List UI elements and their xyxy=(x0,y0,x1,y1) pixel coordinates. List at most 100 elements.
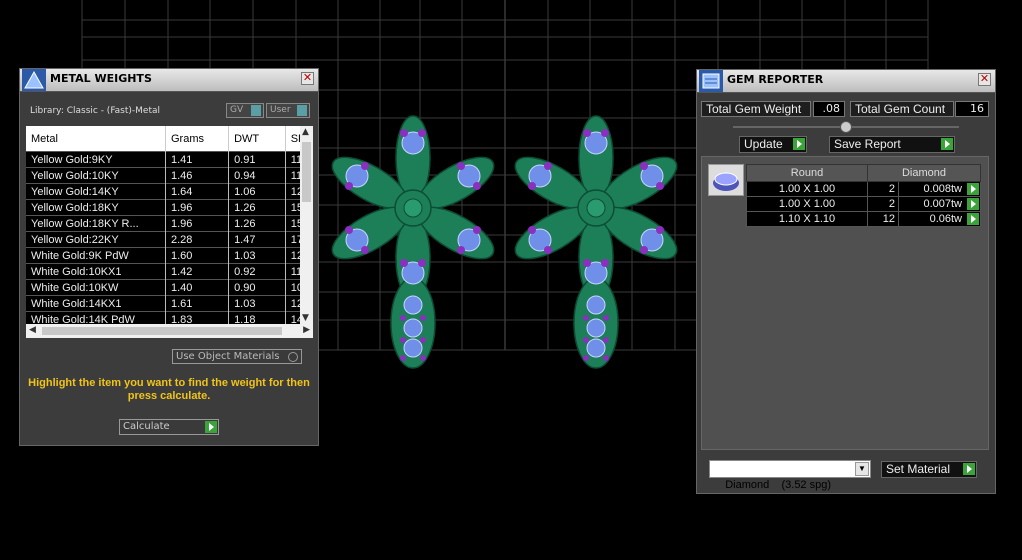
scroll-left-icon[interactable]: ◀ xyxy=(29,325,36,335)
earring-model-left[interactable] xyxy=(324,115,502,369)
cell-metal: Yellow Gold:14KY xyxy=(26,183,166,200)
cell-weight-text: 0.06tw xyxy=(929,213,962,225)
scroll-right-icon[interactable]: ▶ xyxy=(303,325,310,335)
close-icon[interactable]: ✕ xyxy=(978,73,991,86)
cell-metal: Yellow Gold:18KY xyxy=(26,199,166,216)
cell-dwt: 1.47 xyxy=(228,231,286,248)
chevron-down-icon[interactable]: ▼ xyxy=(855,462,869,476)
cell-dwt: 1.18 xyxy=(228,311,286,324)
vertical-scrollbar[interactable]: ▲ ▼ xyxy=(300,126,313,324)
cell-grams: 1.42 xyxy=(165,263,230,280)
total-gem-count-label: Total Gem Count xyxy=(850,101,954,117)
table-row[interactable]: White Gold:14K PdW1.831.1814.37 xyxy=(26,311,313,324)
scroll-thumb[interactable] xyxy=(302,142,311,202)
cell-grams: 1.41 xyxy=(165,151,230,168)
play-arrow-icon xyxy=(963,463,975,475)
cell-metal: Yellow Gold:22KY xyxy=(26,231,166,248)
cell-weight-text: 0.008tw xyxy=(923,183,962,195)
cell-dwt: 1.03 xyxy=(228,295,286,312)
table-row[interactable]: Yellow Gold:18KY1.961.2615.41 xyxy=(26,199,313,216)
play-arrow-icon[interactable] xyxy=(967,213,979,225)
close-icon[interactable]: ✕ xyxy=(301,72,314,85)
material-select[interactable]: Diamond (3.52 spg) ▼ xyxy=(709,460,871,491)
cell-metal: White Gold:14K PdW xyxy=(26,311,166,324)
metal-weights-panel: METAL WEIGHTS ✕ Library: Classic - (Fast… xyxy=(19,68,319,446)
table-row[interactable]: 1.00 X 1.00 2 0.008tw xyxy=(746,181,981,197)
table-row[interactable]: Yellow Gold:10KY1.460.9411.45 xyxy=(26,167,313,184)
table-row[interactable]: Yellow Gold:14KY1.641.0612.88 xyxy=(26,183,313,200)
horizontal-scrollbar[interactable]: ◀ ▶ xyxy=(26,324,313,338)
col-header-diamond: Diamond xyxy=(867,164,981,182)
table-row[interactable]: 1.10 X 1.10 12 0.06tw xyxy=(746,211,981,227)
table-row[interactable]: White Gold:10KW1.400.9010.99 xyxy=(26,279,313,296)
earring-model-right[interactable] xyxy=(507,115,685,369)
gv-toggle[interactable]: GV xyxy=(226,103,264,118)
play-arrow-icon[interactable] xyxy=(967,183,979,195)
cell-grams: 1.96 xyxy=(165,215,230,232)
cell-grams: 1.40 xyxy=(165,279,230,296)
table-row[interactable]: Yellow Gold:22KY2.281.4717.89 xyxy=(26,231,313,248)
cell-metal: White Gold:10KW xyxy=(26,279,166,296)
user-toggle[interactable]: User xyxy=(266,103,310,118)
cell-size: 1.00 X 1.00 xyxy=(746,181,868,197)
metal-weights-icon xyxy=(22,69,46,91)
table-row[interactable]: White Gold:10KX11.420.9211.18 xyxy=(26,263,313,280)
cell-count: 2 xyxy=(867,196,899,212)
col-header-grams[interactable]: Grams xyxy=(165,126,230,152)
cell-size: 1.10 X 1.10 xyxy=(746,211,868,227)
diamond-thumbnail-icon[interactable] xyxy=(708,164,744,196)
cell-weight: 0.008tw xyxy=(898,181,981,197)
metal-weights-titlebar[interactable]: METAL WEIGHTS ✕ xyxy=(20,69,318,92)
cell-dwt: 0.90 xyxy=(228,279,286,296)
scroll-down-icon[interactable]: ▼ xyxy=(302,313,309,323)
cell-count: 12 xyxy=(867,211,899,227)
cell-dwt: 0.91 xyxy=(228,151,286,168)
total-gem-count-value: 16 xyxy=(955,101,989,117)
set-material-button[interactable]: Set Material xyxy=(881,461,977,478)
cell-dwt: 1.03 xyxy=(228,247,286,264)
cell-weight-text: 0.007tw xyxy=(923,198,962,210)
library-label: Library: Classic - (Fast)-Metal xyxy=(30,106,161,116)
gem-reporter-panel: GEM REPORTER ✕ Total Gem Weight .08 Tota… xyxy=(696,69,996,494)
cell-grams: 1.83 xyxy=(165,311,230,324)
user-switch-icon xyxy=(297,105,307,116)
cell-metal: Yellow Gold:9KY xyxy=(26,151,166,168)
hscroll-thumb[interactable] xyxy=(42,327,282,335)
metal-table: Metal Grams DWT SPG Yellow Gold:9KY1.410… xyxy=(26,126,313,324)
gv-switch-icon xyxy=(251,105,261,116)
slider-handle-icon[interactable] xyxy=(840,121,852,133)
cell-grams: 1.64 xyxy=(165,183,230,200)
table-row[interactable]: Yellow Gold:9KY1.410.9111.08 xyxy=(26,151,313,168)
metal-weights-title: METAL WEIGHTS xyxy=(50,72,152,85)
col-header-metal[interactable]: Metal xyxy=(26,126,166,152)
col-header-dwt[interactable]: DWT xyxy=(228,126,286,152)
total-gem-weight-value: .08 xyxy=(813,101,845,117)
cell-weight: 0.06tw xyxy=(898,211,981,227)
gem-reporter-icon xyxy=(699,70,723,92)
use-object-materials-toggle[interactable]: Use Object Materials xyxy=(172,349,302,364)
save-report-button[interactable]: Save Report xyxy=(829,136,955,153)
table-row[interactable]: Yellow Gold:18KY R...1.961.2615.41 xyxy=(26,215,313,232)
table-row[interactable]: White Gold:14KX11.611.0312.63 xyxy=(26,295,313,312)
col-header-round: Round xyxy=(746,164,868,182)
update-label: Update xyxy=(744,137,783,151)
calculate-label: Calculate xyxy=(123,421,170,432)
scroll-up-icon[interactable]: ▲ xyxy=(302,127,309,137)
play-arrow-icon xyxy=(793,138,805,150)
cell-metal: Yellow Gold:10KY xyxy=(26,167,166,184)
cell-weight: 0.007tw xyxy=(898,196,981,212)
play-arrow-icon xyxy=(941,138,953,150)
cell-dwt: 1.06 xyxy=(228,183,286,200)
gem-reporter-titlebar[interactable]: GEM REPORTER ✕ xyxy=(697,70,995,93)
cell-grams: 1.60 xyxy=(165,247,230,264)
table-row[interactable]: White Gold:9K PdW1.601.0312.59 xyxy=(26,247,313,264)
gem-list-area: Round Diamond 1.00 X 1.00 2 0.008tw 1.00… xyxy=(701,156,989,450)
table-row[interactable]: 1.00 X 1.00 2 0.007tw xyxy=(746,196,981,212)
gem-reporter-title: GEM REPORTER xyxy=(727,73,824,86)
set-material-label: Set Material xyxy=(886,462,951,476)
update-button[interactable]: Update xyxy=(739,136,807,153)
cell-metal: Yellow Gold:18KY R... xyxy=(26,215,166,232)
radio-icon xyxy=(288,352,298,362)
calculate-button[interactable]: Calculate xyxy=(119,419,219,435)
play-arrow-icon[interactable] xyxy=(967,198,979,210)
